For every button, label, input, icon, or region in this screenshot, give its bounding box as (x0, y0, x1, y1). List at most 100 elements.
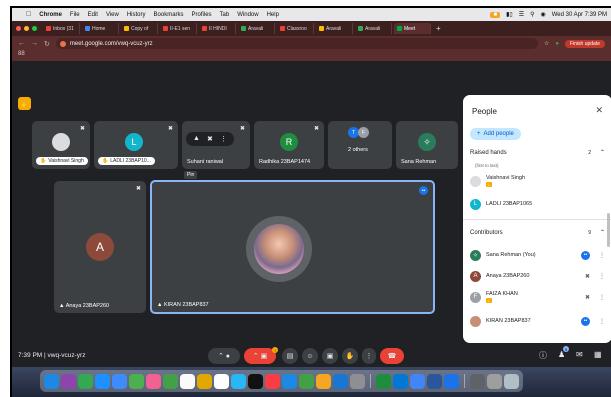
word-icon[interactable] (427, 373, 442, 389)
keynote-icon[interactable] (282, 373, 297, 389)
menu-profiles[interactable]: Profiles (192, 12, 212, 18)
apps-grid-icon[interactable]: 88 (18, 51, 25, 57)
whatsapp-icon[interactable] (376, 373, 391, 389)
messages-icon[interactable] (78, 373, 93, 389)
tile-anaya[interactable]: ✖ A ▲ Anaya 23BAP260 (54, 181, 146, 313)
mute-participant-icon[interactable]: ✖ (207, 135, 213, 143)
battery-icon[interactable]: ▮▯ (506, 11, 513, 18)
mail-icon[interactable] (112, 373, 127, 389)
spotlight-search-icon[interactable]: ⚲ (530, 11, 534, 18)
tab-gmail[interactable]: Inbox (31 (43, 23, 80, 34)
leave-call-button[interactable]: ☎ (380, 348, 404, 364)
more-options-icon[interactable]: ⋮ (599, 318, 605, 325)
menu-bookmarks[interactable]: Bookmarks (154, 12, 184, 18)
forward-arrow-icon[interactable]: → (31, 40, 38, 47)
raise-hand-button[interactable]: ✋ (342, 348, 358, 364)
menu-clock[interactable]: Wed 30 Apr 7:39 PM (552, 12, 607, 18)
tab-e1-sen[interactable]: II-E1 sen (160, 23, 197, 34)
menu-help[interactable]: Help (267, 12, 279, 18)
participant-row[interactable]: A Anaya 23BAP260 ✖ ⋮ (470, 268, 605, 284)
close-icon[interactable]: ✕ (595, 105, 603, 116)
more-options-icon[interactable]: ⋮ (599, 252, 605, 259)
participant-row[interactable]: F FAIZA KHAN ✋ ✖ ⋮ (470, 289, 605, 305)
bookmark-star-icon[interactable]: ☆ (544, 40, 549, 47)
tile-sana[interactable]: ✧ Sana Rehman (396, 121, 458, 169)
tile-kiran-pinned[interactable]: •• ▲ KIRAN 23BAP837 (150, 180, 435, 314)
control-center-icon[interactable]: ◉ (540, 11, 545, 18)
more-options-button[interactable]: ⋮ (362, 348, 376, 364)
add-people-button[interactable]: + Add people (470, 128, 521, 140)
more-options-icon[interactable]: ⋮ (220, 135, 227, 143)
system-settings-icon[interactable] (350, 373, 365, 389)
present-button[interactable]: ▣ (322, 348, 338, 364)
tile-vaishnavi[interactable]: ✖ ✋ Vaishnavi Singh (32, 121, 90, 169)
mic-off-icon[interactable]: ✖ (585, 294, 590, 301)
finish-update-button[interactable]: Finish update (564, 39, 605, 48)
menu-history[interactable]: History (127, 12, 146, 18)
apple-icon[interactable]:  (26, 11, 31, 18)
panel-scrollbar[interactable] (607, 213, 610, 247)
menu-view[interactable]: View (106, 12, 119, 18)
back-arrow-icon[interactable]: ← (18, 40, 25, 47)
raised-hand-row[interactable]: L LADLI 23BAP1065 (470, 196, 605, 212)
contributors-header[interactable]: Contributors 9 ⌃ (470, 229, 605, 237)
close-window-icon[interactable] (16, 26, 21, 31)
url-field[interactable]: meet.google.com/vwq-vcuz-yrz (55, 38, 538, 49)
maps-icon[interactable] (129, 373, 144, 389)
menu-file[interactable]: File (70, 12, 80, 18)
raised-hands-header[interactable]: Raised hands 2 ⌃ (470, 149, 605, 157)
pages-icon[interactable] (316, 373, 331, 389)
chat-icon[interactable]: ✉ (576, 350, 583, 359)
menu-chrome[interactable]: Chrome (39, 12, 62, 18)
menu-edit[interactable]: Edit (88, 12, 98, 18)
minimize-window-icon[interactable] (24, 26, 29, 31)
zoom-icon[interactable] (393, 373, 408, 389)
profile-icon[interactable]: ● (555, 41, 559, 47)
trash-icon[interactable] (504, 373, 519, 389)
zoom-window-icon[interactable] (32, 26, 37, 31)
more-options-icon[interactable]: ⋮ (599, 273, 605, 280)
more-options-icon[interactable]: ⋮ (599, 294, 605, 301)
tab-meet[interactable]: Meet (394, 23, 431, 34)
raised-hand-queue-icon[interactable]: ✋ (18, 97, 31, 110)
tab-aravali-2[interactable]: Aravali (316, 23, 353, 34)
tab-copy-of[interactable]: Copy of (121, 23, 158, 34)
mic-off-icon[interactable]: ✖ (585, 273, 590, 280)
photos-icon[interactable] (146, 373, 161, 389)
app-store-icon[interactable] (333, 373, 348, 389)
launchpad-icon[interactable] (61, 373, 76, 389)
activities-icon[interactable]: ▦ (594, 350, 602, 359)
tab-classroom[interactable]: Classroo (277, 23, 314, 34)
site-info-icon[interactable] (59, 40, 66, 47)
emoji-button[interactable]: ☺ (302, 348, 318, 364)
tile-others[interactable]: T F 2 others (328, 121, 392, 169)
calendar-icon[interactable] (180, 373, 195, 389)
info-icon[interactable]: ⓘ (539, 350, 547, 361)
numbers-icon[interactable] (299, 373, 314, 389)
tile-suhani[interactable]: ✖ ▲ ✖ ⋮ Suhani raniwal (182, 121, 250, 169)
participant-row[interactable]: KIRAN 23BAP837 •• ⋮ (470, 313, 605, 329)
captions-button[interactable]: ▤ (282, 348, 298, 364)
tab-hindi[interactable]: II HINDI (199, 23, 236, 34)
pin-icon[interactable]: ▲ (193, 135, 200, 143)
teams-icon[interactable] (444, 373, 459, 389)
participant-row[interactable]: ✧ Sana Rehman (You) •• ⋮ (470, 247, 605, 263)
tile-radhika[interactable]: ✖ R Radhika 23BAP1474 (254, 121, 324, 169)
finder-icon[interactable] (44, 373, 59, 389)
screen-share-status-icon[interactable]: ■ (490, 11, 501, 18)
wifi-icon[interactable]: ☰ (519, 11, 524, 18)
safari-icon[interactable] (95, 373, 110, 389)
menu-window[interactable]: Window (237, 12, 258, 18)
raised-hand-row[interactable]: Vaishnavi Singh ✋ (470, 173, 605, 189)
chrome-icon[interactable] (410, 373, 425, 389)
preview-icon[interactable] (470, 373, 485, 389)
tv-icon[interactable] (248, 373, 263, 389)
tab-aravali-3[interactable]: Aravali (355, 23, 392, 34)
reminders-icon[interactable] (214, 373, 229, 389)
freeform-icon[interactable] (231, 373, 246, 389)
tab-aravali-1[interactable]: Aravali (238, 23, 275, 34)
tile-ladli[interactable]: ✖ L ✋ LADLI 23BAP10... (94, 121, 178, 169)
notes-icon[interactable] (197, 373, 212, 389)
reload-icon[interactable]: ↻ (44, 40, 50, 48)
tab-home[interactable]: Home (82, 23, 119, 34)
